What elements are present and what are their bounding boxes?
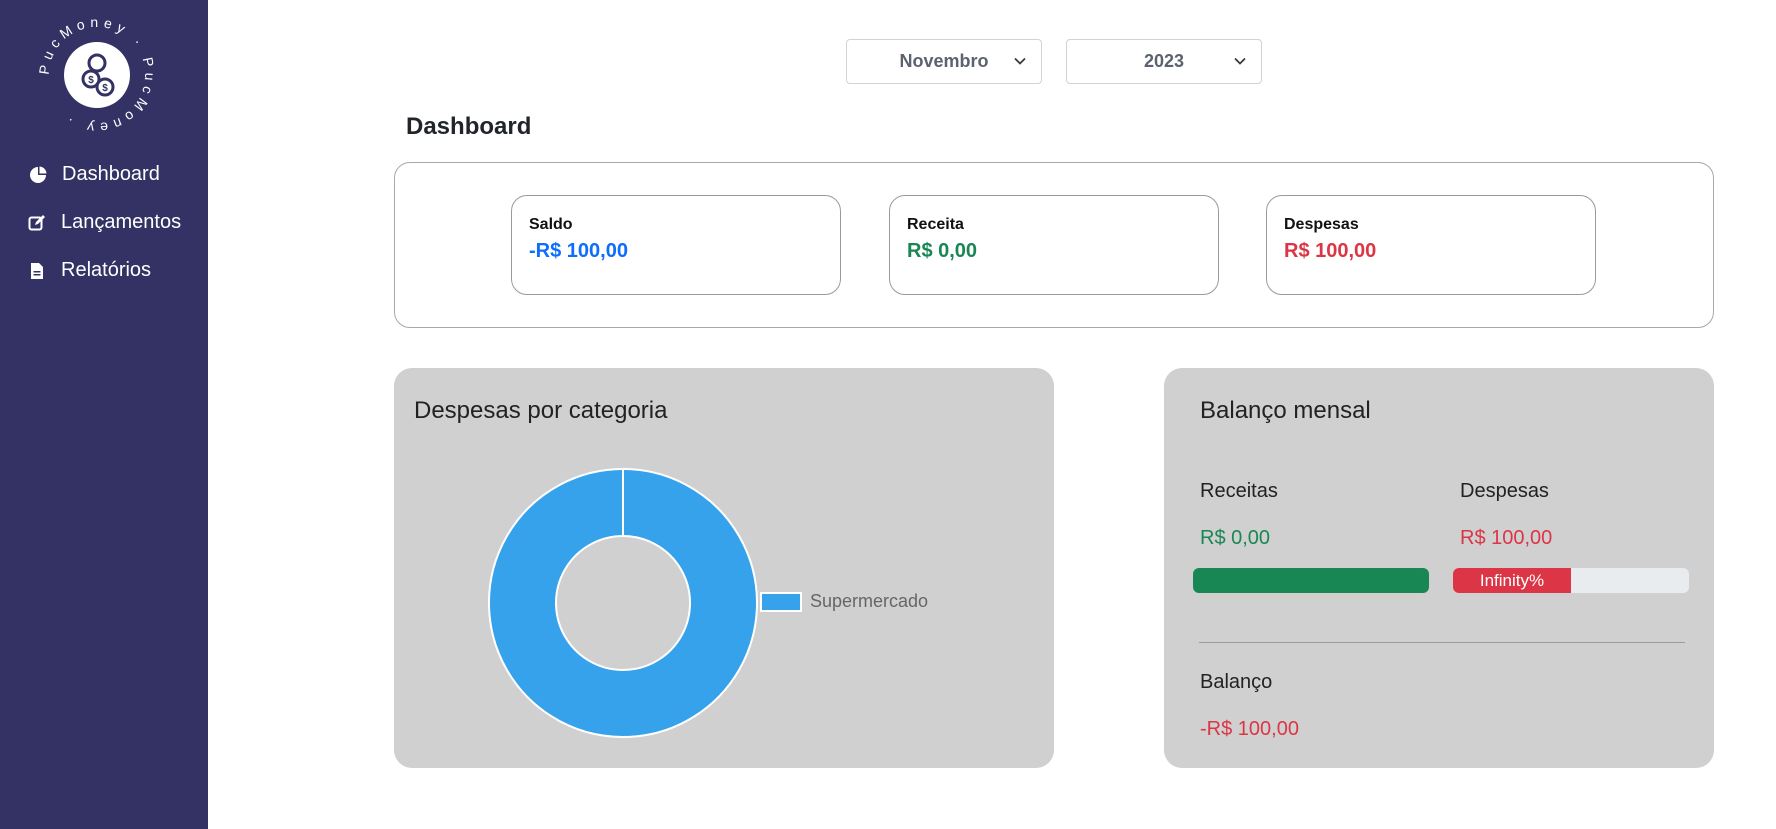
- receita-label: Receita: [907, 216, 964, 233]
- despesas-progress-text: Infinity%: [1479, 570, 1545, 590]
- sidebar-item-label: Lançamentos: [61, 211, 182, 233]
- despesas-label: Despesas: [1284, 216, 1359, 233]
- legend-swatch: [760, 591, 802, 612]
- balance-title: Balanço mensal: [1200, 397, 1371, 424]
- chart-title: Despesas por categoria: [414, 397, 668, 424]
- expenses-by-category-panel: Despesas por categoria Supermercado: [394, 368, 1054, 768]
- legend-label: Supermercado: [810, 591, 929, 611]
- despesas-progress-bar: Infinity%: [1453, 568, 1689, 593]
- receitas-progress-bar: [1193, 568, 1429, 593]
- monthly-balance-panel: Balanço mensal Receitas R$ 0,00 Despesas…: [1164, 368, 1714, 768]
- chevron-down-icon: [1234, 57, 1246, 65]
- receitas-value: R$ 0,00: [1200, 527, 1271, 549]
- saldo-card: Saldo -R$ 100,00: [511, 195, 841, 295]
- expenses-donut-chart[interactable]: [486, 466, 760, 740]
- sidebar-item-label: Dashboard: [62, 163, 160, 185]
- sidebar: PucMoney · PucMoney · $ $ Dashboard Lanç…: [0, 0, 208, 829]
- despesas-progress-fill: Infinity%: [1453, 568, 1571, 593]
- year-select[interactable]: 2023: [1066, 39, 1262, 84]
- despesas-value: R$ 100,00: [1460, 527, 1553, 549]
- saldo-label: Saldo: [529, 216, 573, 233]
- svg-text:$: $: [102, 83, 108, 94]
- receita-card: Receita R$ 0,00: [889, 195, 1219, 295]
- app-logo[interactable]: PucMoney · PucMoney · $ $: [36, 14, 157, 136]
- divider: [1199, 642, 1685, 643]
- pie-chart-icon: [28, 165, 48, 185]
- despesas-value: R$ 100,00: [1284, 240, 1377, 262]
- document-icon: [27, 261, 47, 281]
- summary-panel: Saldo -R$ 100,00 Receita R$ 0,00 Despesa…: [394, 162, 1714, 328]
- receita-value: R$ 0,00: [907, 240, 978, 262]
- receitas-progress-fill: [1193, 568, 1429, 593]
- page-title: Dashboard: [406, 113, 532, 140]
- chevron-down-icon: [1014, 57, 1026, 65]
- sidebar-item-relatorios[interactable]: Relatórios: [27, 259, 151, 282]
- despesas-label: Despesas: [1460, 480, 1549, 502]
- month-select-value: Novembro: [899, 51, 989, 71]
- despesas-card: Despesas R$ 100,00: [1266, 195, 1596, 295]
- chart-legend-item[interactable]: Supermercado: [760, 591, 928, 612]
- svg-text:$: $: [88, 75, 94, 86]
- sidebar-item-dashboard[interactable]: Dashboard: [28, 163, 160, 186]
- receitas-label: Receitas: [1200, 480, 1278, 502]
- month-select[interactable]: Novembro: [846, 39, 1042, 84]
- sidebar-item-lancamentos[interactable]: Lançamentos: [27, 211, 181, 234]
- balanco-label: Balanço: [1200, 671, 1273, 693]
- edit-icon: [27, 213, 47, 233]
- balanco-value: -R$ 100,00: [1200, 718, 1299, 740]
- saldo-value: -R$ 100,00: [529, 240, 628, 262]
- sidebar-item-label: Relatórios: [61, 259, 152, 281]
- year-select-value: 2023: [1143, 51, 1185, 71]
